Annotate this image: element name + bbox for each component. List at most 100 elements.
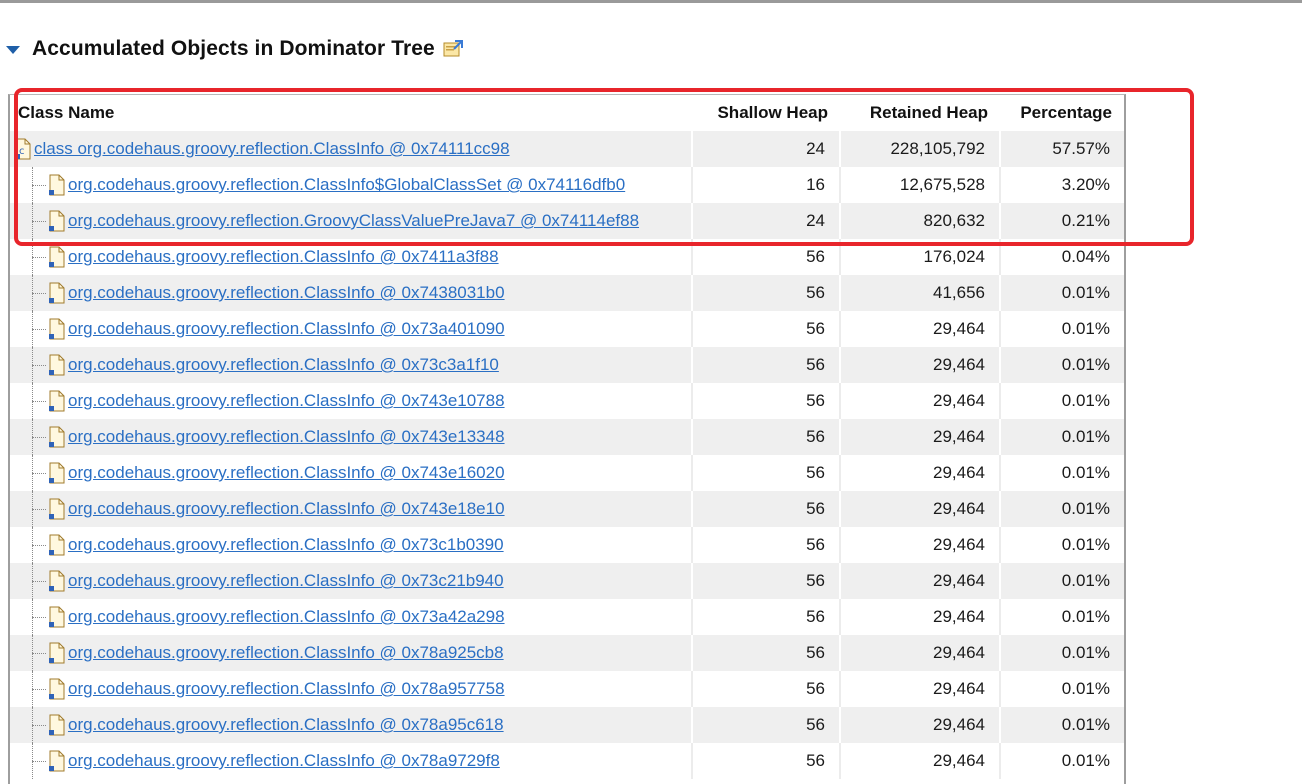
class-name-cell: org.codehaus.groovy.reflection.ClassInfo…: [10, 167, 692, 203]
table-row[interactable]: org.codehaus.groovy.reflection.ClassInfo…: [10, 563, 1124, 599]
object-icon: [48, 282, 66, 304]
tree-connector: [26, 347, 48, 383]
tree-connector: [26, 599, 48, 635]
tree-node: org.codehaus.groovy.reflection.ClassInfo…: [10, 239, 691, 275]
shallow-heap-cell: 56: [691, 311, 840, 347]
retained-heap-cell: 29,464: [839, 707, 1000, 743]
percentage-cell: 0.01%: [999, 491, 1124, 527]
tree-connector: [26, 275, 48, 311]
object-link[interactable]: org.codehaus.groovy.reflection.ClassInfo…: [68, 427, 505, 447]
collapse-arrow-icon[interactable]: [6, 46, 20, 54]
column-header-percentage[interactable]: Percentage: [1000, 95, 1124, 131]
table-row[interactable]: org.codehaus.groovy.reflection.ClassInfo…: [10, 455, 1124, 491]
tree-node: org.codehaus.groovy.reflection.ClassInfo…: [10, 707, 691, 743]
column-header-retained-heap[interactable]: Retained Heap: [840, 95, 1000, 131]
object-link[interactable]: org.codehaus.groovy.reflection.ClassInfo…: [68, 463, 505, 483]
object-link[interactable]: org.codehaus.groovy.reflection.ClassInfo…: [68, 247, 499, 267]
object-icon: [48, 534, 66, 556]
table-row[interactable]: org.codehaus.groovy.reflection.ClassInfo…: [10, 743, 1124, 779]
percentage-cell: 0.01%: [999, 743, 1124, 779]
export-icon[interactable]: [443, 40, 463, 58]
tree-node: org.codehaus.groovy.reflection.ClassInfo…: [10, 491, 691, 527]
percentage-cell: 0.01%: [999, 563, 1124, 599]
shallow-heap-cell: 56: [691, 347, 840, 383]
object-link[interactable]: org.codehaus.groovy.reflection.ClassInfo…: [68, 283, 505, 303]
shallow-heap-cell: 56: [691, 563, 840, 599]
percentage-cell: 0.01%: [999, 311, 1124, 347]
object-icon: [48, 750, 66, 772]
object-link[interactable]: org.codehaus.groovy.reflection.ClassInfo…: [68, 751, 500, 771]
object-link[interactable]: class org.codehaus.groovy.reflection.Cla…: [34, 139, 510, 159]
retained-heap-cell: 29,464: [839, 347, 1000, 383]
table-row[interactable]: org.codehaus.groovy.reflection.ClassInfo…: [10, 491, 1124, 527]
class-name-cell: org.codehaus.groovy.reflection.ClassInfo…: [10, 491, 692, 527]
table-row[interactable]: org.codehaus.groovy.reflection.ClassInfo…: [10, 383, 1124, 419]
retained-heap-cell: 29,464: [839, 743, 1000, 779]
shallow-heap-cell: 56: [691, 671, 840, 707]
shallow-heap-cell: 24: [691, 131, 840, 167]
retained-heap-cell: 29,464: [839, 419, 1000, 455]
object-link[interactable]: org.codehaus.groovy.reflection.ClassInfo…: [68, 643, 504, 663]
retained-heap-cell: 29,464: [839, 527, 1000, 563]
tree-node: org.codehaus.groovy.reflection.ClassInfo…: [10, 599, 691, 635]
tree-node: org.codehaus.groovy.reflection.ClassInfo…: [10, 527, 691, 563]
object-link[interactable]: org.codehaus.groovy.reflection.ClassInfo…: [68, 391, 505, 411]
tree-connector: [26, 527, 48, 563]
object-icon: [48, 210, 66, 232]
object-link[interactable]: org.codehaus.groovy.reflection.ClassInfo…: [68, 607, 505, 627]
object-link[interactable]: org.codehaus.groovy.reflection.ClassInfo…: [68, 175, 625, 195]
dominator-table: Class Name Shallow Heap Retained Heap Pe…: [8, 94, 1126, 784]
object-link[interactable]: org.codehaus.groovy.reflection.GroovyCla…: [68, 211, 639, 231]
table-row[interactable]: org.codehaus.groovy.reflection.ClassInfo…: [10, 239, 1124, 275]
table-row[interactable]: org.codehaus.groovy.reflection.GroovyCla…: [10, 203, 1124, 239]
table-row[interactable]: org.codehaus.groovy.reflection.ClassInfo…: [10, 275, 1124, 311]
class-name-cell: org.codehaus.groovy.reflection.ClassInfo…: [10, 707, 692, 743]
table-row[interactable]: org.codehaus.groovy.reflection.ClassInfo…: [10, 311, 1124, 347]
object-link[interactable]: org.codehaus.groovy.reflection.ClassInfo…: [68, 355, 499, 375]
class-name-cell: org.codehaus.groovy.reflection.ClassInfo…: [10, 419, 692, 455]
tree-connector: [26, 635, 48, 671]
table-row[interactable]: org.codehaus.groovy.reflection.ClassInfo…: [10, 167, 1124, 203]
shallow-heap-cell: 56: [691, 635, 840, 671]
object-link[interactable]: org.codehaus.groovy.reflection.ClassInfo…: [68, 571, 504, 591]
tree-node: org.codehaus.groovy.reflection.GroovyCla…: [10, 203, 691, 239]
class-name-cell: org.codehaus.groovy.reflection.ClassInfo…: [10, 239, 692, 275]
percentage-cell: 0.21%: [999, 203, 1124, 239]
object-link[interactable]: org.codehaus.groovy.reflection.ClassInfo…: [68, 679, 505, 699]
table-row[interactable]: org.codehaus.groovy.reflection.ClassInfo…: [10, 671, 1124, 707]
tree-node: org.codehaus.groovy.reflection.ClassInfo…: [10, 455, 691, 491]
column-header-shallow-heap[interactable]: Shallow Heap: [692, 95, 840, 131]
section-title: Accumulated Objects in Dominator Tree: [32, 37, 435, 60]
retained-heap-cell: 29,464: [839, 383, 1000, 419]
table-row[interactable]: org.codehaus.groovy.reflection.ClassInfo…: [10, 599, 1124, 635]
tree-node: org.codehaus.groovy.reflection.ClassInfo…: [10, 563, 691, 599]
table-row[interactable]: org.codehaus.groovy.reflection.ClassInfo…: [10, 347, 1124, 383]
tree-connector: [26, 671, 48, 707]
object-icon: [48, 246, 66, 268]
class-name-cell: org.codehaus.groovy.reflection.ClassInfo…: [10, 563, 692, 599]
table-row[interactable]: c class org.codehaus.groovy.reflection.Cl…: [10, 131, 1124, 167]
tree-connector: [26, 563, 48, 599]
percentage-cell: 0.01%: [999, 599, 1124, 635]
object-icon: [48, 174, 66, 196]
table-row[interactable]: org.codehaus.groovy.reflection.ClassInfo…: [10, 527, 1124, 563]
object-link[interactable]: org.codehaus.groovy.reflection.ClassInfo…: [68, 499, 505, 519]
shallow-heap-cell: 56: [691, 599, 840, 635]
column-header-class-name[interactable]: Class Name: [10, 95, 692, 131]
tree-node: org.codehaus.groovy.reflection.ClassInfo…: [10, 311, 691, 347]
retained-heap-cell: 228,105,792: [839, 131, 1000, 167]
object-icon: [48, 462, 66, 484]
table-row[interactable]: org.codehaus.groovy.reflection.ClassInfo…: [10, 635, 1124, 671]
shallow-heap-cell: 16: [691, 167, 840, 203]
tree-node: org.codehaus.groovy.reflection.ClassInfo…: [10, 419, 691, 455]
table-row[interactable]: org.codehaus.groovy.reflection.ClassInfo…: [10, 707, 1124, 743]
percentage-cell: 0.04%: [999, 239, 1124, 275]
object-link[interactable]: org.codehaus.groovy.reflection.ClassInfo…: [68, 319, 505, 339]
object-icon: [48, 318, 66, 340]
table-row[interactable]: org.codehaus.groovy.reflection.ClassInfo…: [10, 419, 1124, 455]
object-link[interactable]: org.codehaus.groovy.reflection.ClassInfo…: [68, 535, 504, 555]
class-name-cell: org.codehaus.groovy.reflection.ClassInfo…: [10, 743, 692, 779]
object-link[interactable]: org.codehaus.groovy.reflection.ClassInfo…: [68, 715, 504, 735]
object-icon: [48, 570, 66, 592]
class-name-cell: c class org.codehaus.groovy.reflection.Cl…: [10, 131, 692, 167]
